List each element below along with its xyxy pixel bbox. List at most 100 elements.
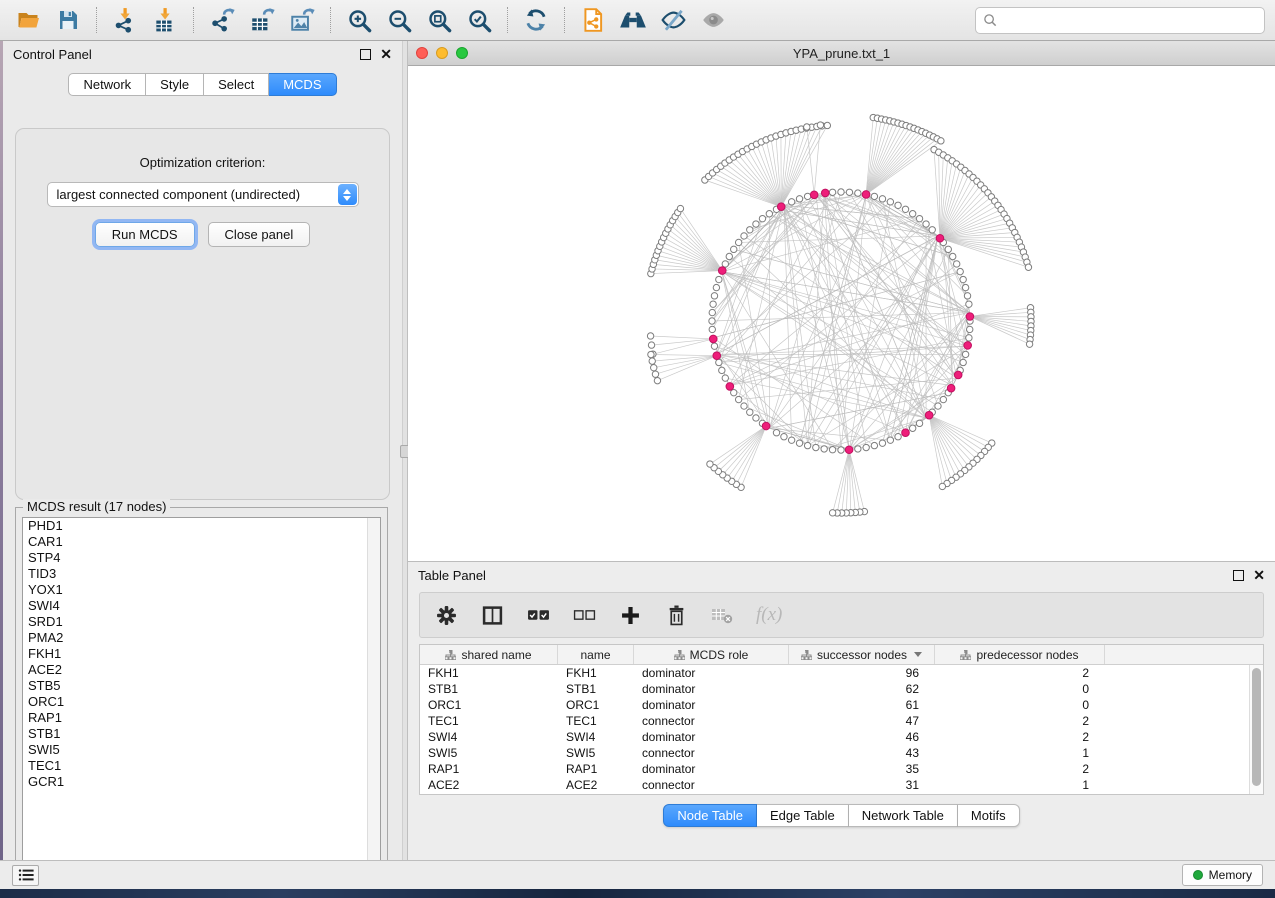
graph-node[interactable]	[960, 359, 966, 365]
network-window-titlebar[interactable]: YPA_prune.txt_1	[408, 41, 1275, 66]
run-mcds-button[interactable]: Run MCDS	[95, 222, 195, 247]
graph-node[interactable]	[759, 215, 765, 221]
graph-node[interactable]	[647, 333, 653, 339]
delete-column-icon[interactable]	[664, 603, 688, 627]
graph-node[interactable]	[879, 196, 885, 202]
graph-mcds-node[interactable]	[947, 384, 955, 392]
graph-node[interactable]	[1025, 264, 1031, 270]
graph-node[interactable]	[829, 447, 835, 453]
graph-node[interactable]	[962, 284, 968, 290]
mcds-result-item[interactable]: RAP1	[23, 710, 380, 726]
graph-node[interactable]	[716, 276, 722, 282]
tab-edge-table[interactable]: Edge Table	[757, 804, 849, 827]
close-panel-button[interactable]: Close panel	[208, 222, 311, 247]
float-panel-icon[interactable]	[360, 49, 371, 60]
graph-mcds-node[interactable]	[936, 234, 944, 242]
graph-node[interactable]	[940, 396, 946, 402]
tab-node-table[interactable]: Node Table	[663, 804, 757, 827]
graph-node[interactable]	[649, 358, 655, 364]
column-header-successor-nodes[interactable]: successor nodes	[789, 645, 935, 664]
graph-node[interactable]	[960, 276, 966, 282]
import-table-icon[interactable]	[148, 4, 182, 36]
graph-node[interactable]	[1026, 341, 1032, 347]
add-column-icon[interactable]	[618, 603, 642, 627]
graph-node[interactable]	[909, 211, 915, 217]
apply-layout-icon[interactable]	[519, 4, 553, 36]
table-row[interactable]: ACE2ACE2connector311	[420, 777, 1249, 793]
graph-node[interactable]	[716, 359, 722, 365]
graph-node[interactable]	[829, 189, 835, 195]
graph-node[interactable]	[788, 199, 794, 205]
table-scrollbar-thumb[interactable]	[1252, 668, 1261, 786]
graph-node[interactable]	[916, 215, 922, 221]
table-row[interactable]: STB1STB1dominator620	[420, 681, 1249, 697]
graph-node[interactable]	[766, 211, 772, 217]
zoom-selected-icon[interactable]	[462, 4, 496, 36]
graph-node[interactable]	[735, 396, 741, 402]
graph-node[interactable]	[654, 377, 660, 383]
graph-node[interactable]	[817, 122, 823, 128]
search-input[interactable]	[975, 7, 1265, 34]
graph-mcds-node[interactable]	[718, 267, 726, 275]
graph-node[interactable]	[735, 239, 741, 245]
mcds-result-item[interactable]: YOX1	[23, 582, 380, 598]
graph-node[interactable]	[966, 301, 972, 307]
mcds-result-item[interactable]: TID3	[23, 566, 380, 582]
zoom-in-icon[interactable]	[342, 4, 376, 36]
graph-mcds-node[interactable]	[954, 371, 962, 379]
export-table-icon[interactable]	[245, 4, 279, 36]
graph-node[interactable]	[711, 293, 717, 299]
graph-node[interactable]	[796, 440, 802, 446]
graph-mcds-node[interactable]	[762, 422, 770, 430]
column-header-shared-name[interactable]: shared name	[420, 645, 558, 664]
graph-node[interactable]	[838, 189, 844, 195]
deselect-all-icon[interactable]	[572, 603, 596, 627]
close-panel-icon[interactable]: ✕	[380, 49, 392, 60]
table-row[interactable]: SWI4SWI4dominator462	[420, 729, 1249, 745]
zoom-out-icon[interactable]	[382, 4, 416, 36]
graph-node[interactable]	[957, 268, 963, 274]
tab-select[interactable]: Select	[204, 73, 269, 96]
search-network-icon[interactable]	[616, 4, 650, 36]
column-header-predecessor-nodes[interactable]: predecessor nodes	[935, 645, 1105, 664]
graph-node[interactable]	[887, 437, 893, 443]
graph-node[interactable]	[741, 403, 747, 409]
graph-node[interactable]	[821, 446, 827, 452]
graph-node[interactable]	[838, 447, 844, 453]
mcds-result-item[interactable]: SRD1	[23, 614, 380, 630]
graph-node[interactable]	[938, 138, 944, 144]
graph-mcds-node[interactable]	[709, 335, 717, 343]
graph-node[interactable]	[966, 335, 972, 341]
mcds-result-item[interactable]: STP4	[23, 550, 380, 566]
close-panel-icon[interactable]: ✕	[1253, 570, 1265, 581]
tab-motifs[interactable]: Motifs	[958, 804, 1020, 827]
mcds-result-list[interactable]: PHD1CAR1STP4TID3YOX1SWI4SRD1PMA2FKH1ACE2…	[22, 517, 381, 874]
table-row[interactable]: ORC1ORC1dominator610	[420, 697, 1249, 713]
mcds-result-item[interactable]: ACE2	[23, 662, 380, 678]
graph-node[interactable]	[707, 461, 713, 467]
mcds-result-item[interactable]: PMA2	[23, 630, 380, 646]
mcds-result-item[interactable]: STB1	[23, 726, 380, 742]
graph-node[interactable]	[652, 371, 658, 377]
table-scrollbar[interactable]	[1249, 665, 1263, 794]
graph-node[interactable]	[731, 246, 737, 252]
table-row[interactable]: TEC1TEC1connector472	[420, 713, 1249, 729]
graph-node[interactable]	[923, 221, 929, 227]
graph-node[interactable]	[953, 261, 959, 267]
graph-node[interactable]	[753, 415, 759, 421]
graph-node[interactable]	[967, 326, 973, 332]
open-session-icon[interactable]	[11, 4, 45, 36]
graph-mcds-node[interactable]	[821, 189, 829, 197]
graph-node[interactable]	[747, 409, 753, 415]
show-all-icon[interactable]	[696, 4, 730, 36]
zoom-fit-icon[interactable]	[422, 4, 456, 36]
mcds-result-item[interactable]: SWI5	[23, 742, 380, 758]
table-options-icon[interactable]	[434, 603, 458, 627]
graph-node[interactable]	[804, 193, 810, 199]
graph-mcds-node[interactable]	[902, 429, 910, 437]
graph-node[interactable]	[829, 510, 835, 516]
graph-node[interactable]	[788, 437, 794, 443]
graph-node[interactable]	[871, 442, 877, 448]
graph-node[interactable]	[846, 189, 852, 195]
tab-mcds[interactable]: MCDS	[269, 73, 336, 96]
